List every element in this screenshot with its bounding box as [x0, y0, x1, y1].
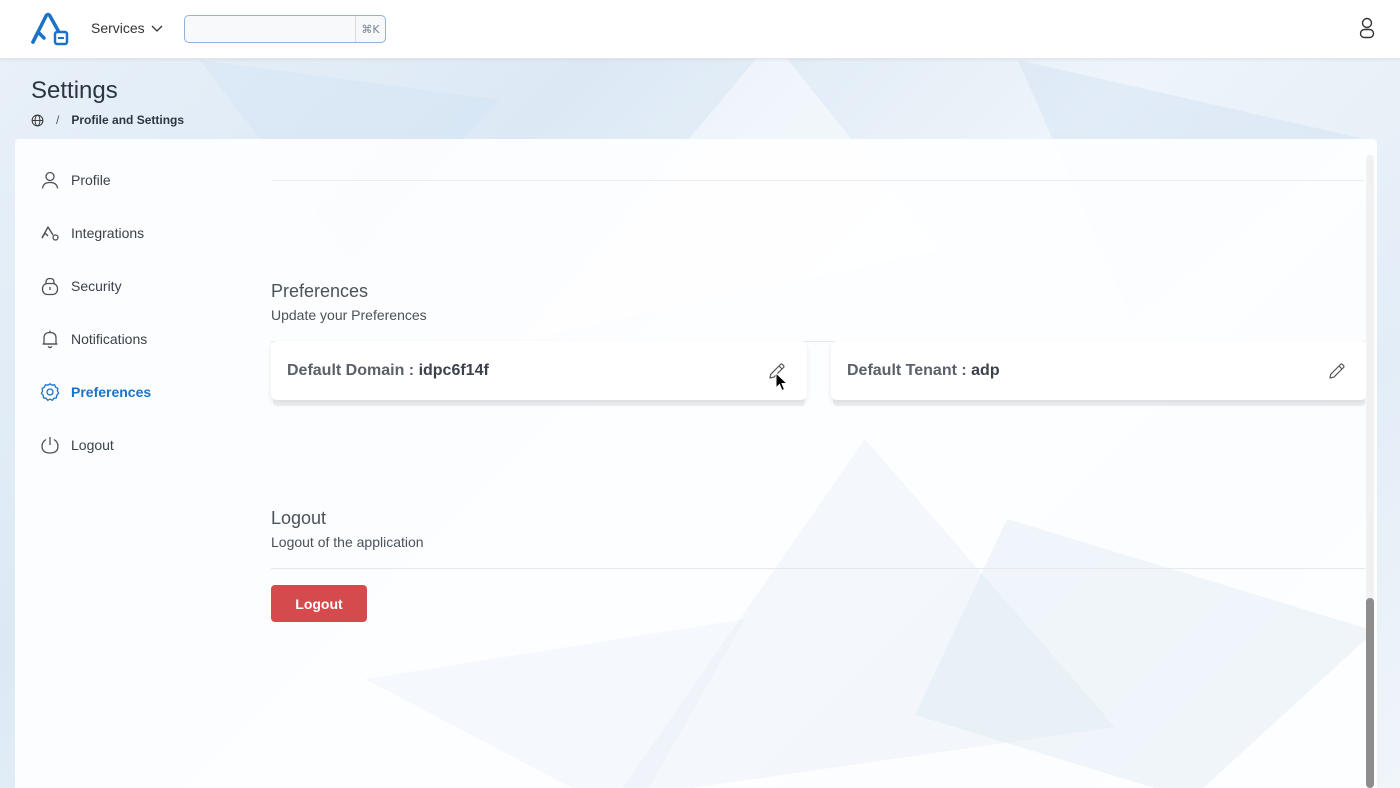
sidebar-item-label: Logout — [71, 436, 114, 453]
settings-panel: Profile Integrations Security Notificati… — [15, 139, 1377, 788]
logout-button[interactable]: Logout — [271, 585, 367, 622]
divider — [271, 180, 1365, 181]
bell-icon — [42, 330, 58, 348]
default-domain-field: Default Domain : idpc6f14f — [287, 362, 489, 380]
breadcrumb-current: Profile and Settings — [71, 113, 185, 127]
preferences-subtitle: Update your Preferences — [271, 307, 427, 323]
default-tenant-card: Default Tenant : adp — [831, 341, 1367, 400]
search-shortcut-hint: ⌘K — [355, 16, 385, 42]
user-icon — [41, 171, 59, 189]
search-input[interactable] — [185, 16, 345, 42]
sidebar-item-integrations[interactable]: Integrations — [40, 206, 240, 259]
sidebar-item-label: Security — [71, 277, 122, 294]
power-icon — [41, 436, 59, 454]
settings-sidebar: Profile Integrations Security Notificati… — [40, 153, 240, 471]
services-menu[interactable]: Services — [91, 20, 163, 36]
scrollbar-thumb[interactable] — [1366, 598, 1374, 788]
services-label: Services — [91, 20, 145, 36]
sidebar-item-label: Integrations — [71, 224, 145, 241]
lock-icon — [41, 277, 59, 295]
default-tenant-value: adp — [971, 361, 1000, 379]
default-tenant-label: Default Tenant : — [847, 361, 972, 379]
app-logo-icon[interactable] — [30, 12, 70, 46]
globe-icon[interactable] — [31, 114, 44, 127]
logout-section-subtitle: Logout of the application — [271, 534, 424, 550]
sidebar-item-security[interactable]: Security — [40, 259, 240, 312]
default-tenant-field: Default Tenant : adp — [847, 362, 1000, 380]
page-title: Settings — [31, 77, 118, 104]
default-domain-card: Default Domain : idpc6f14f — [271, 341, 807, 400]
top-navigation-bar: Services ⌘K — [0, 0, 1400, 59]
mouse-pointer-icon — [775, 372, 789, 392]
edit-tenant-pencil-icon[interactable] — [1327, 361, 1347, 381]
gear-icon — [40, 382, 60, 401]
sidebar-item-label: Profile — [71, 171, 111, 188]
vertical-scrollbar[interactable] — [1366, 155, 1374, 788]
integrations-icon — [41, 225, 59, 241]
preferences-title: Preferences — [271, 281, 369, 301]
sidebar-item-notifications[interactable]: Notifications — [40, 312, 240, 365]
default-domain-label: Default Domain : — [287, 361, 419, 379]
breadcrumb-separator: / — [56, 113, 60, 127]
default-domain-value: idpc6f14f — [418, 361, 489, 379]
breadcrumb: / Profile and Settings — [31, 113, 184, 127]
sidebar-item-label: Notifications — [71, 330, 148, 347]
chevron-down-icon — [151, 25, 163, 32]
sidebar-item-label: Preferences — [71, 383, 152, 400]
settings-content: Preferences Update your Preferences Defa… — [271, 139, 1367, 788]
user-account-icon[interactable] — [1357, 17, 1377, 39]
sidebar-item-profile[interactable]: Profile — [40, 153, 240, 206]
divider — [271, 568, 1365, 569]
search-box[interactable]: ⌘K — [184, 15, 386, 43]
logout-section-title: Logout — [271, 508, 327, 528]
sidebar-item-logout[interactable]: Logout — [40, 418, 240, 471]
sidebar-item-preferences[interactable]: Preferences — [40, 365, 240, 418]
